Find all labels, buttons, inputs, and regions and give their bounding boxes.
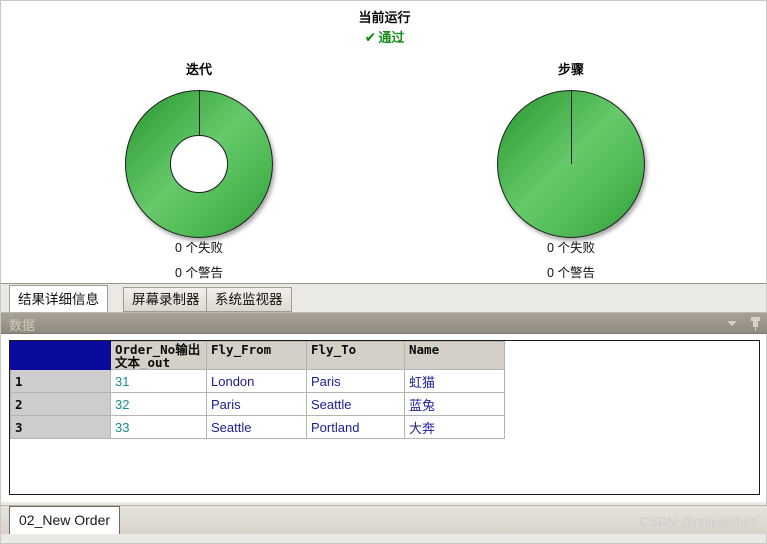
run-title: 当前运行	[358, 10, 411, 25]
cell-order-no[interactable]: 31	[110, 369, 207, 393]
table-row[interactable]: 3 33 Seattle Portland 大奔	[10, 415, 505, 439]
run-status-label: 通过	[378, 30, 405, 45]
cell-fly-from[interactable]: London	[206, 369, 307, 393]
data-grid: Order_No输出文本_out Fly_From Fly_To Name 1 …	[10, 341, 505, 439]
pin-icon[interactable]	[748, 316, 762, 331]
cell-name[interactable]: 虹猫	[404, 369, 505, 393]
cell-fly-to[interactable]: Portland	[306, 415, 405, 439]
tab-screen-recorder[interactable]: 屏幕录制器	[123, 287, 209, 312]
row-number[interactable]: 3	[10, 415, 111, 439]
chart-iterations-canvas	[49, 90, 349, 240]
chart-steps-failed-label: 0 个失败	[547, 241, 595, 255]
results-tab-bar: 结果详细信息 屏幕录制器 系统监视器	[0, 283, 767, 313]
chart-steps-canvas	[421, 90, 721, 240]
cell-fly-from[interactable]: Paris	[206, 392, 307, 416]
table-header-row: Order_No输出文本_out Fly_From Fly_To Name	[10, 341, 505, 370]
chart-iterations-failed-label: 0 个失败	[175, 241, 223, 255]
data-panel-header: 数据	[1, 312, 767, 334]
run-status: ✔ 通过	[1, 27, 766, 46]
cell-name[interactable]: 蓝兔	[404, 392, 505, 416]
chart-iterations-title: 迭代	[185, 62, 212, 77]
data-panel-header-actions	[725, 316, 762, 331]
application-window: 当前运行 ✔ 通过 迭代 0 个失败 0 个警告 步骤 0 个失败 0 个警告 …	[0, 0, 767, 544]
data-panel: 数据 Order_No输出文本_out Fly_From Fly_To Name…	[0, 312, 767, 502]
pie-graphic[interactable]	[497, 90, 645, 238]
cell-fly-to[interactable]: Paris	[306, 369, 405, 393]
check-icon: ✔	[364, 29, 377, 45]
chart-steps-warning-label: 0 个警告	[547, 266, 595, 280]
column-header-name[interactable]: Name	[404, 341, 505, 370]
chart-steps: 步骤 0 个失败 0 个警告	[421, 59, 721, 280]
data-panel-title: 数据	[9, 318, 36, 333]
donut-divider-line	[198, 91, 200, 135]
watermark: CSDN @onlywishes	[639, 514, 757, 529]
chart-steps-title: 步骤	[557, 62, 584, 77]
donut-hole	[170, 135, 228, 193]
row-number[interactable]: 1	[10, 369, 111, 393]
column-header-fly-to[interactable]: Fly_To	[306, 341, 405, 370]
grid-corner-cell[interactable]	[10, 341, 111, 370]
chart-iterations: 迭代 0 个失败 0 个警告	[49, 59, 349, 280]
chevron-down-icon[interactable]	[725, 316, 739, 331]
cell-order-no[interactable]: 32	[110, 392, 207, 416]
table-row[interactable]: 2 32 Paris Seattle 蓝兔	[10, 392, 505, 416]
cell-fly-from[interactable]: Seattle	[206, 415, 307, 439]
tab-result-details[interactable]: 结果详细信息	[9, 285, 108, 313]
row-number[interactable]: 2	[10, 392, 111, 416]
run-summary-panel: 当前运行 ✔ 通过 迭代 0 个失败 0 个警告 步骤 0 个失败 0 个警告	[0, 0, 767, 283]
table-row[interactable]: 1 31 London Paris 虹猫	[10, 369, 505, 393]
pie-divider-line	[570, 91, 572, 164]
column-header-order-no[interactable]: Order_No输出文本_out	[110, 341, 207, 370]
cell-fly-to[interactable]: Seattle	[306, 392, 405, 416]
data-grid-container[interactable]: Order_No输出文本_out Fly_From Fly_To Name 1 …	[9, 340, 760, 495]
chart-iterations-warning-label: 0 个警告	[175, 266, 223, 280]
column-header-fly-from[interactable]: Fly_From	[206, 341, 307, 370]
donut-graphic[interactable]	[125, 90, 273, 238]
cell-name[interactable]: 大奔	[404, 415, 505, 439]
cell-order-no[interactable]: 33	[110, 415, 207, 439]
bottom-tab-new-order[interactable]: 02_New Order	[9, 506, 121, 534]
tab-system-monitor[interactable]: 系统监视器	[206, 287, 292, 312]
